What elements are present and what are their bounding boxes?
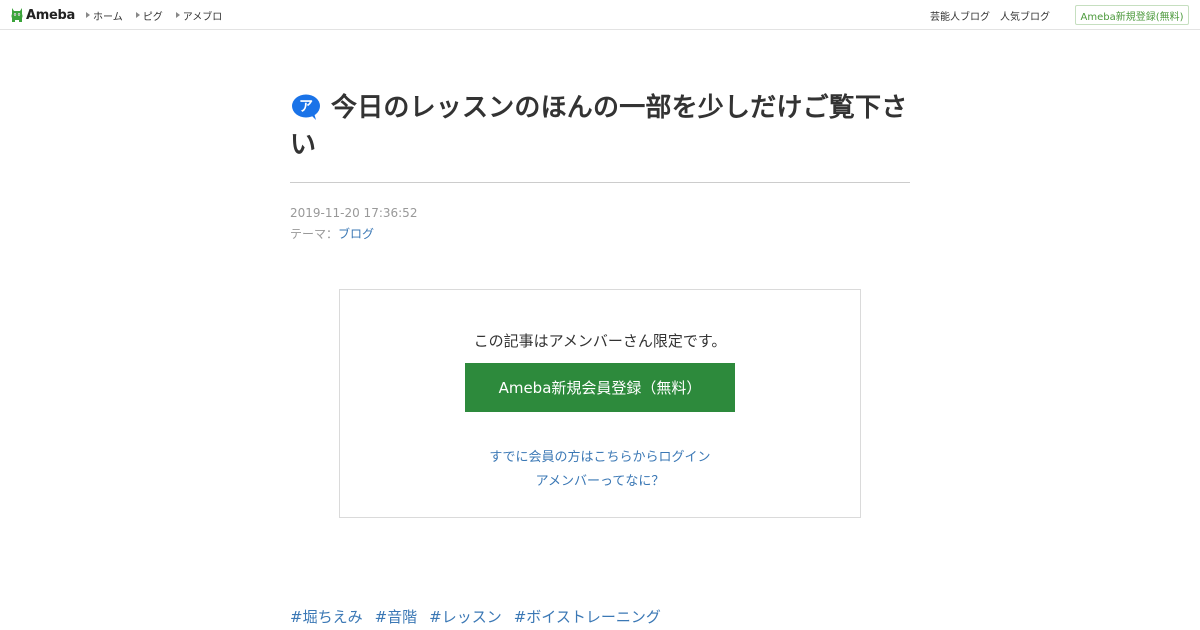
signup-button[interactable]: Ameba新規登録(無料) [1075,5,1189,25]
global-header: Ameba ホーム ピグ アメブロ 芸能人ブログ 人気ブログ Ameba新規登録… [0,0,1200,30]
global-nav: ホーム ピグ アメブロ [86,0,235,30]
article-datetime: 2019-11-20 17:36:52 [290,206,418,220]
what-is-amember-link[interactable]: アメンバーってなに？ [340,470,860,489]
hashtag-link[interactable]: #堀ちえみ [290,606,363,627]
logo-text: Ameba [26,7,76,23]
nav-item-home[interactable]: ホーム [86,8,123,23]
hashtag-link[interactable]: #音階 [375,606,418,627]
arrow-right-icon [135,12,140,18]
hashtag-link[interactable]: #レッスン [429,606,502,627]
article-meta: 2019-11-20 17:36:52 テーマ：ブログ [290,203,910,245]
member-icon-letter: ア [299,99,313,115]
celebrity-blog-link[interactable]: 芸能人ブログ [930,8,990,23]
nav-item-label: ピグ [142,11,163,23]
popular-blog-link[interactable]: 人気ブログ [1000,8,1050,23]
header-right-links: 芸能人ブログ 人気ブログ [920,0,1050,30]
amember-only-message: この記事はアメンバーさん限定です。 [473,332,727,350]
theme-link[interactable]: ブログ [338,227,374,241]
amember-only-box: この記事はアメンバーさん限定です。 Ameba新規会員登録（無料） すでに会員の… [339,289,861,518]
nav-item-pigg[interactable]: ピグ [135,8,163,23]
login-link[interactable]: すでに会員の方はこちらからログイン [340,446,860,465]
nav-item-ameblo[interactable]: アメブロ [175,8,223,23]
article-theme: テーマ：ブログ [290,224,910,245]
register-button[interactable]: Ameba新規会員登録（無料） [465,363,735,412]
article-header: ア 今日のレッスンのほんの一部を少しだけご覧下さい [290,90,910,183]
arrow-right-icon [86,12,90,18]
theme-prefix: テーマ： [290,227,339,241]
arrow-right-icon [175,12,180,18]
nav-item-label: ホーム [93,11,123,23]
ameba-mascot-icon [11,8,23,22]
nav-item-label: アメブロ [182,11,223,23]
article-title: 今日のレッスンのほんの一部を少しだけご覧下さい [290,93,908,160]
hashtag-list: #堀ちえみ #音階 #レッスン #ボイストレーニング [290,606,673,627]
amember-only-icon: ア [292,94,320,120]
article: ア 今日のレッスンのほんの一部を少しだけご覧下さい 2019-11-20 17:… [290,90,910,245]
hashtag-link[interactable]: #ボイストレーニング [514,606,661,627]
ameba-logo[interactable]: Ameba [10,5,75,25]
